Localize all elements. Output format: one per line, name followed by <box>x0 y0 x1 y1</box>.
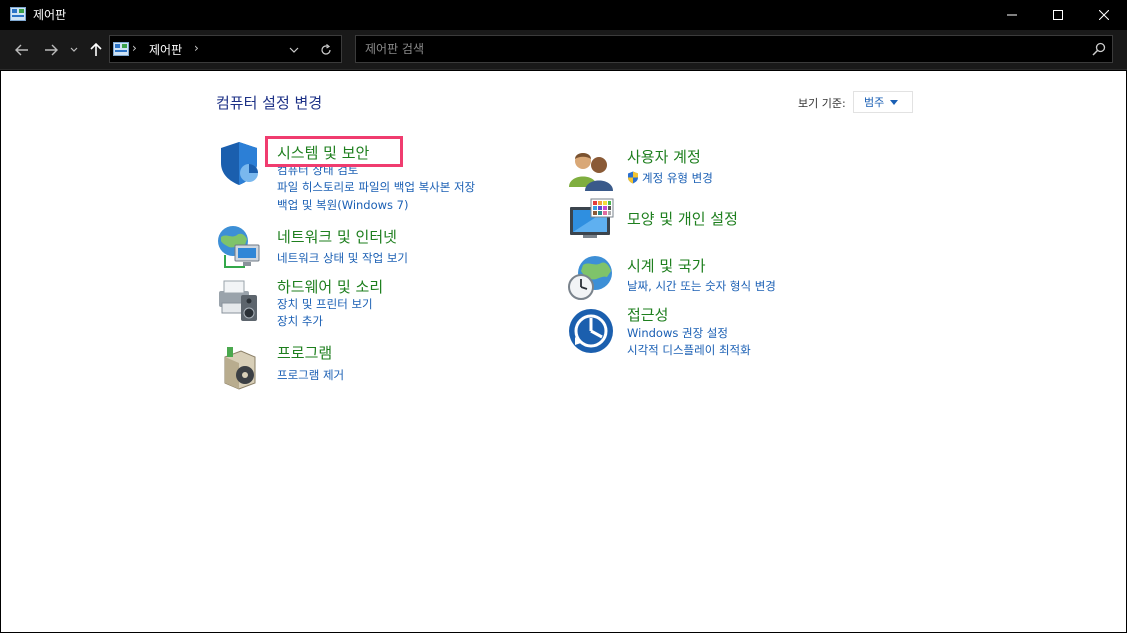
programs-box-icon[interactable] <box>215 343 263 391</box>
link-network-status[interactable]: 네트워크 상태 및 작업 보기 <box>277 250 408 266</box>
user-accounts-icon[interactable] <box>567 147 615 195</box>
link-windows-recommended-settings[interactable]: Windows 권장 설정 <box>627 325 728 341</box>
search-icon[interactable] <box>1091 41 1107 57</box>
navigation-bar: › 제어판 › <box>0 30 1127 70</box>
link-optimize-visual-display[interactable]: 시각적 디스플레이 최적화 <box>627 342 751 358</box>
arrow-left-icon <box>15 44 28 56</box>
category-ease-of-access[interactable]: 접근성 <box>627 304 668 325</box>
window-title: 제어판 <box>33 8 67 22</box>
category-clock-region[interactable]: 시계 및 국가 <box>627 255 706 276</box>
link-devices-printers[interactable]: 장치 및 프린터 보기 <box>277 296 373 312</box>
view-by-value: 범주 <box>864 96 885 109</box>
category-system-security[interactable]: 시스템 및 보안 <box>277 142 369 163</box>
refresh-button[interactable] <box>317 41 335 59</box>
view-by-dropdown[interactable]: 범주 <box>853 91 913 113</box>
network-globe-icon[interactable] <box>215 223 263 271</box>
ease-of-access-icon[interactable] <box>567 307 615 355</box>
address-history-button[interactable] <box>286 42 302 58</box>
link-change-date-time-format[interactable]: 날짜, 시간 또는 숫자 형식 변경 <box>627 278 776 294</box>
caret-down-icon <box>890 99 899 105</box>
uac-shield-icon <box>628 171 638 184</box>
link-change-account-type[interactable]: 계정 유형 변경 <box>627 170 713 186</box>
control-panel-icon <box>10 7 26 21</box>
forward-button[interactable] <box>41 40 61 60</box>
page-title: 컴퓨터 설정 변경 <box>216 94 323 112</box>
maximize-icon <box>1053 10 1063 20</box>
system-security-shield-icon[interactable] <box>215 139 263 187</box>
breadcrumb-separator[interactable]: › <box>132 41 137 55</box>
category-programs[interactable]: 프로그램 <box>277 342 332 363</box>
category-user-accounts[interactable]: 사용자 계정 <box>627 146 701 167</box>
category-appearance-personalization[interactable]: 모양 및 개인 설정 <box>627 208 738 229</box>
link-backup-restore[interactable]: 백업 및 복원(Windows 7) <box>277 197 409 213</box>
minimize-icon <box>1007 14 1017 16</box>
printer-speaker-icon[interactable] <box>215 277 263 325</box>
clock-region-icon[interactable] <box>567 253 615 301</box>
arrow-up-icon <box>90 43 102 56</box>
control-panel-icon <box>113 42 129 56</box>
title-bar: 제어판 <box>0 0 1127 30</box>
link-file-history-backup[interactable]: 파일 히스토리로 파일의 백업 복사본 저장 <box>277 179 475 195</box>
link-add-device[interactable]: 장치 추가 <box>277 313 323 329</box>
chevron-down-icon <box>289 47 299 53</box>
recent-locations-button[interactable] <box>66 40 82 60</box>
content-area: 컴퓨터 설정 변경 보기 기준: 범주 컴퓨터 상태 검토 파일 히스토리로 파… <box>1 71 1126 632</box>
search-box[interactable] <box>355 35 1113 63</box>
maximize-button[interactable] <box>1035 0 1081 30</box>
search-input[interactable] <box>356 36 1076 62</box>
close-button[interactable] <box>1081 0 1127 30</box>
appearance-monitor-icon[interactable] <box>567 197 615 245</box>
refresh-icon <box>321 44 331 55</box>
address-bar[interactable]: › 제어판 › <box>109 35 342 63</box>
highlight-box: 시스템 및 보안 <box>265 136 403 167</box>
category-hardware-sound[interactable]: 하드웨어 및 소리 <box>277 276 383 297</box>
up-button[interactable] <box>86 40 106 60</box>
minimize-button[interactable] <box>989 0 1035 30</box>
chevron-down-icon <box>70 47 78 52</box>
control-panel-window: 제어판 › 제어판 › 제어판 검색 컴퓨터 설정 변경 보기 기준: 범주 컴… <box>0 0 1127 633</box>
breadcrumb-control-panel[interactable]: 제어판 <box>149 41 182 58</box>
close-icon <box>1099 10 1109 20</box>
link-change-account-type-label: 계정 유형 변경 <box>642 171 713 185</box>
breadcrumb-separator[interactable]: › <box>194 41 199 55</box>
arrow-right-icon <box>45 44 58 56</box>
back-button[interactable] <box>12 40 32 60</box>
view-by-label: 보기 기준: <box>798 97 846 110</box>
category-network-internet[interactable]: 네트워크 및 인터넷 <box>277 226 397 247</box>
link-uninstall-program[interactable]: 프로그램 제거 <box>277 367 344 383</box>
